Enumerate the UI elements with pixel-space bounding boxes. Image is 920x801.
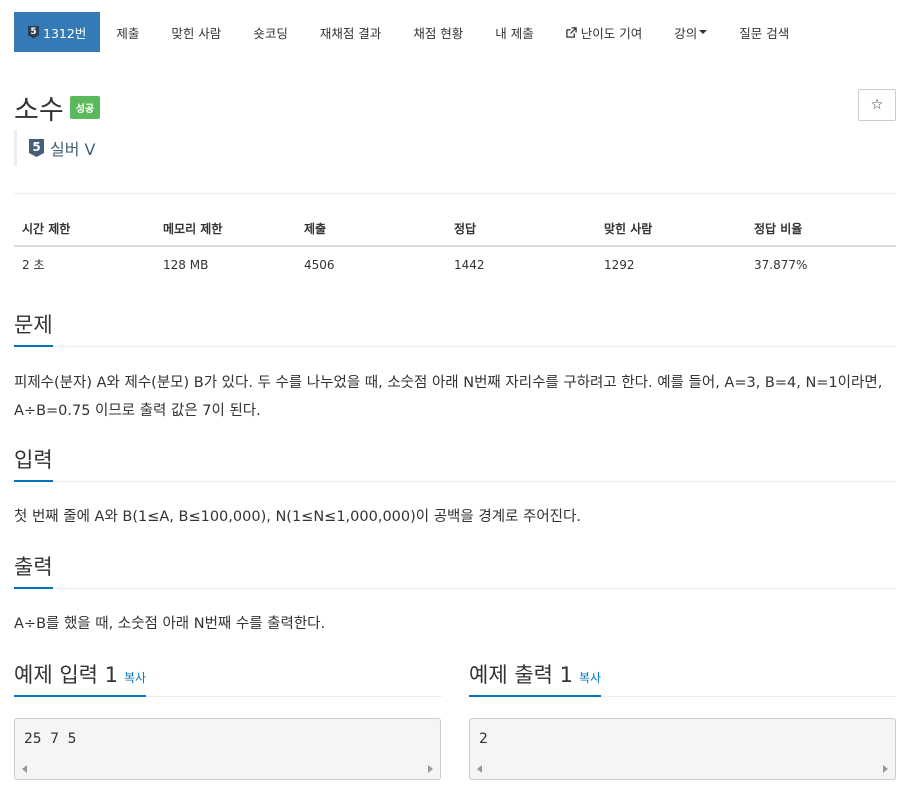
sample-output-title: 예제 출력 1 xyxy=(469,663,573,687)
silver-tier-icon: 5 xyxy=(28,25,39,39)
tab-question-search[interactable]: 질문 검색 xyxy=(723,12,805,52)
sample-output-box[interactable]: 2 xyxy=(469,718,896,780)
header-accept-ratio: 정답 비율 xyxy=(746,212,896,247)
tab-my-submissions[interactable]: 내 제출 xyxy=(479,12,549,52)
tab-problem-label: 1312번 xyxy=(43,25,87,41)
tab-problem[interactable]: 5 1312번 xyxy=(14,12,101,52)
tab-rejudge-results[interactable]: 재채점 결과 xyxy=(304,12,397,52)
accepted-value: 1442 xyxy=(454,257,485,272)
tab-solved-users[interactable]: 맞힌 사람 xyxy=(155,12,237,52)
table-row: 2 초 128 MB 4506 1442 1292 37.877% xyxy=(14,246,896,282)
description-heading: 문제 xyxy=(14,308,896,347)
sample-output-title-wrap: 예제 출력 1 복사 xyxy=(469,659,602,697)
header-time-limit: 시간 제한 xyxy=(14,212,155,247)
tier-name: 실버 V xyxy=(50,140,96,159)
divider xyxy=(14,193,896,194)
tab-lectures-label: 강의 xyxy=(674,25,698,41)
solved-users-value: 1292 xyxy=(604,257,635,272)
output-title: 출력 xyxy=(14,551,53,589)
tab-submit[interactable]: 제출 xyxy=(100,12,155,52)
header-submissions: 제출 xyxy=(296,212,446,247)
sample-input-box[interactable]: 25 7 5 xyxy=(14,718,441,780)
sample-input-data: 25 7 5 xyxy=(24,731,77,747)
problem-title: 소수 xyxy=(14,95,64,126)
scroll-left-icon[interactable] xyxy=(22,765,27,773)
external-link-icon xyxy=(566,26,577,38)
header-memory-limit: 메모리 제한 xyxy=(155,212,296,247)
accept-ratio-value: 37.877% xyxy=(754,257,808,272)
output-text: A÷B를 했을 때, 소숫점 아래 N번째 수를 출력한다. xyxy=(14,616,326,632)
output-heading: 출력 xyxy=(14,550,896,589)
tab-difficulty-label: 난이도 기여 xyxy=(580,25,643,41)
description-text: 피제수(분자) A와 제수(분모) B가 있다. 두 수를 나누었을 때, 소숫… xyxy=(14,375,883,419)
caret-down-icon xyxy=(699,30,708,34)
sample-output-data: 2 xyxy=(479,731,488,747)
input-text: 첫 번째 줄에 A와 B(1≤A, B≤100,000), N(1≤N≤1,00… xyxy=(14,509,581,525)
sample-input-heading: 예제 입력 1 복사 xyxy=(14,658,442,697)
input-title: 입력 xyxy=(14,444,53,482)
table-header-row: 시간 제한 메모리 제한 제출 정답 맞힌 사람 정답 비율 xyxy=(14,212,896,247)
problem-title-row: 소수 성공 xyxy=(14,88,101,127)
problem-info-table: 시간 제한 메모리 제한 제출 정답 맞힌 사람 정답 비율 2 초 128 M… xyxy=(14,212,896,282)
scroll-right-icon[interactable] xyxy=(883,765,888,773)
sample-output-copy-link[interactable]: 복사 xyxy=(579,671,601,685)
description-title: 문제 xyxy=(14,309,53,347)
input-heading: 입력 xyxy=(14,443,896,482)
status-badge: 성공 xyxy=(69,96,101,119)
scroll-left-icon[interactable] xyxy=(477,765,482,773)
tab-short-coding[interactable]: 숏코딩 xyxy=(237,12,304,52)
sample-input-title: 예제 입력 1 xyxy=(14,663,118,687)
star-button[interactable]: ☆ xyxy=(858,89,896,121)
header-solved-users: 맞힌 사람 xyxy=(596,212,746,247)
tab-judge-status[interactable]: 채점 현황 xyxy=(397,12,479,52)
silver-tier-icon: 5 xyxy=(29,139,44,157)
sample-input-title-wrap: 예제 입력 1 복사 xyxy=(14,659,147,697)
submissions-value: 4506 xyxy=(304,257,335,272)
memory-limit-value: 128 MB xyxy=(163,257,209,272)
sample-input-copy-link[interactable]: 복사 xyxy=(124,671,146,685)
problem-menu: 5 1312번 제출 맞힌 사람 숏코딩 재채점 결과 채점 현황 내 제출 난… xyxy=(14,12,805,52)
scroll-right-icon[interactable] xyxy=(428,765,433,773)
problem-tier[interactable]: 5 실버 V xyxy=(14,130,95,166)
sample-output-heading: 예제 출력 1 복사 xyxy=(469,658,896,697)
tab-difficulty-contribution[interactable]: 난이도 기여 xyxy=(550,12,658,52)
header-accepted: 정답 xyxy=(446,212,596,247)
tab-lectures-dropdown[interactable]: 강의 xyxy=(658,12,723,52)
time-limit-value: 2 초 xyxy=(22,258,45,272)
